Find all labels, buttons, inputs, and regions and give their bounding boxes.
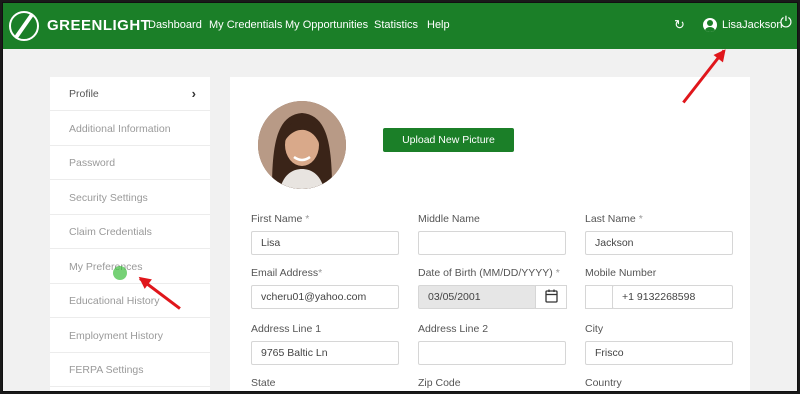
middle-name-field[interactable] bbox=[418, 231, 566, 255]
sidebar-item-label: Claim Credentials bbox=[69, 226, 152, 238]
first-name-label: First Name * bbox=[251, 213, 309, 225]
nav-help[interactable]: Help bbox=[427, 19, 450, 31]
address-line-2-field[interactable] bbox=[418, 341, 566, 365]
dob-label-text: Date of Birth (MM/DD/YYYY) bbox=[418, 267, 553, 279]
profile-photo-illustration bbox=[258, 101, 346, 189]
sidebar-item-ferpa-settings[interactable]: FERPA Settings bbox=[50, 353, 210, 387]
username-link[interactable]: LisaJackson bbox=[722, 19, 783, 31]
sidebar-item-label: Additional Information bbox=[69, 123, 171, 135]
sidebar-item-label: Employment History bbox=[69, 330, 163, 342]
mobile-label: Mobile Number bbox=[585, 267, 657, 279]
mobile-field[interactable]: +1 9132268598 bbox=[612, 285, 733, 309]
address-line-2-label: Address Line 2 bbox=[418, 323, 489, 335]
country-code-selector[interactable] bbox=[585, 285, 613, 309]
email-label-text: Email Address bbox=[251, 267, 319, 279]
nav-dashboard[interactable]: Dashboard bbox=[148, 19, 202, 31]
sidebar-item-my-preferences[interactable]: My Preferences bbox=[50, 250, 210, 284]
nav-statistics[interactable]: Statistics bbox=[374, 19, 418, 31]
mouse-cursor-highlight bbox=[113, 266, 127, 280]
sidebar-item-profile[interactable]: Profile › bbox=[50, 77, 210, 111]
required-asterisk: * bbox=[638, 213, 643, 225]
address-line-1-field[interactable]: 9765 Baltic Ln bbox=[251, 341, 399, 365]
city-field[interactable]: Frisco bbox=[585, 341, 733, 365]
country-label: Country bbox=[585, 377, 622, 389]
sidebar-item-additional-information[interactable]: Additional Information bbox=[50, 112, 210, 146]
zip-code-label: Zip Code bbox=[418, 377, 461, 389]
email-label: Email Address* bbox=[251, 267, 322, 279]
calendar-icon bbox=[545, 289, 558, 303]
sidebar-item-educational-history[interactable]: Educational History bbox=[50, 284, 210, 318]
last-name-label: Last Name * bbox=[585, 213, 643, 225]
upload-new-picture-button[interactable]: Upload New Picture bbox=[383, 128, 514, 152]
settings-sidebar: Profile › Additional Information Passwor… bbox=[50, 77, 210, 391]
last-name-label-text: Last Name bbox=[585, 213, 636, 225]
sidebar-item-claim-credentials[interactable]: Claim Credentials bbox=[50, 215, 210, 249]
sidebar-item-label: Password bbox=[69, 157, 116, 169]
first-name-field[interactable]: Lisa bbox=[251, 231, 399, 255]
brand-name: GREENLIGHT bbox=[47, 17, 151, 34]
dob-label: Date of Birth (MM/DD/YYYY) * bbox=[418, 267, 560, 279]
required-asterisk: * bbox=[318, 267, 323, 279]
sidebar-item-password[interactable]: Password bbox=[50, 146, 210, 180]
refresh-icon[interactable]: ↻ bbox=[674, 17, 685, 33]
app-window: GREENLIGHT Dashboard My Credentials My O… bbox=[2, 2, 798, 392]
profile-avatar[interactable] bbox=[258, 101, 346, 189]
dob-field[interactable]: 03/05/2001 bbox=[418, 285, 536, 309]
sidebar-item-label: My Preferences bbox=[69, 261, 143, 273]
required-asterisk: * bbox=[555, 267, 560, 279]
sidebar-item-label: FERPA Settings bbox=[69, 364, 144, 376]
sidebar-item-security-settings[interactable]: Security Settings bbox=[50, 181, 210, 215]
state-label: State bbox=[251, 377, 276, 389]
nav-my-credentials[interactable]: My Credentials bbox=[209, 19, 282, 31]
profile-panel: Upload New Picture First Name * Lisa Mid… bbox=[230, 77, 750, 391]
sidebar-item-label: Security Settings bbox=[69, 192, 148, 204]
nav-my-opportunities[interactable]: My Opportunities bbox=[285, 19, 368, 31]
chevron-right-icon: › bbox=[191, 86, 196, 101]
first-name-label-text: First Name bbox=[251, 213, 303, 225]
sidebar-item-employment-history[interactable]: Employment History bbox=[50, 319, 210, 353]
sidebar-item-label: Profile bbox=[69, 88, 99, 100]
power-icon[interactable]: ⏻ bbox=[780, 14, 792, 31]
greenlight-logo-icon bbox=[9, 11, 39, 41]
user-circle-icon[interactable] bbox=[703, 18, 717, 32]
top-navigation-bar: GREENLIGHT Dashboard My Credentials My O… bbox=[3, 3, 797, 49]
email-field[interactable]: vcheru01@yahoo.com bbox=[251, 285, 399, 309]
last-name-field[interactable]: Jackson bbox=[585, 231, 733, 255]
middle-name-label: Middle Name bbox=[418, 213, 480, 225]
calendar-button[interactable] bbox=[535, 285, 567, 309]
required-asterisk: * bbox=[305, 213, 310, 225]
sidebar-item-label: Educational History bbox=[69, 295, 160, 307]
address-line-1-label: Address Line 1 bbox=[251, 323, 322, 335]
city-label: City bbox=[585, 323, 604, 335]
